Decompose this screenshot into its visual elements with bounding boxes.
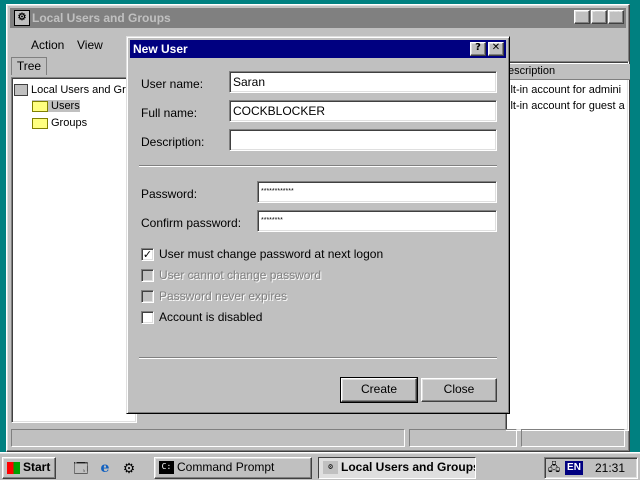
status-segment (521, 429, 625, 447)
confirm-password-label: Confirm password: (141, 216, 242, 230)
password-label: Password: (141, 187, 198, 201)
user-name-field[interactable]: Saran (229, 71, 497, 93)
list-item[interactable]: ilt-in account for admini (508, 84, 628, 96)
status-bar (11, 429, 625, 447)
clock[interactable]: 21:31 (595, 461, 625, 475)
maximize-button[interactable]: □ (591, 10, 607, 24)
column-header-description[interactable]: escription (506, 64, 630, 80)
tree-item-groups[interactable]: Groups (32, 117, 87, 129)
tree-item-root[interactable]: Local Users and Gro (14, 84, 132, 97)
close-button[interactable]: Close (421, 378, 497, 402)
status-segment (409, 429, 517, 447)
menu-view[interactable]: View (77, 38, 103, 52)
list-item[interactable]: ilt-in account for guest a (508, 100, 628, 112)
mmc-title: Local Users and Groups (32, 11, 171, 25)
desktop-icon[interactable]: 🗔 (72, 459, 90, 477)
mmc-title-bar[interactable]: ⚙ Local Users and Groups _ □ ✕ (10, 8, 626, 28)
status-segment (11, 429, 405, 447)
confirm-password-field[interactable]: ******** (257, 210, 497, 232)
checkbox-box (141, 311, 154, 324)
checkbox-box (141, 269, 154, 282)
new-user-dialog: New User ? ✕ User name: Saran Full name:… (126, 36, 510, 414)
checkbox-box (141, 290, 154, 303)
user-name-label: User name: (141, 77, 204, 91)
taskbar: Start 🗔 e ⚙ C: Command Prompt ⚙ Local Us… (0, 452, 640, 480)
system-tray: 🖧 EN 21:31 (544, 457, 638, 479)
folder-open-icon (32, 100, 48, 112)
mmc-app-icon: ⚙ (14, 10, 30, 26)
windows-logo-icon (7, 462, 20, 474)
minimize-button[interactable]: _ (574, 10, 590, 24)
dialog-title: New User (133, 42, 188, 56)
language-indicator[interactable]: EN (565, 461, 583, 475)
separator (139, 165, 497, 167)
network-icon[interactable]: 🖧 (547, 461, 561, 475)
task-local-users-groups[interactable]: ⚙ Local Users and Groups (318, 457, 476, 479)
close-icon[interactable]: ✕ (488, 42, 504, 56)
users-groups-icon: ⚙ (323, 461, 338, 474)
start-button[interactable]: Start (2, 457, 56, 479)
internet-explorer-icon[interactable]: e (96, 459, 114, 477)
separator (139, 357, 497, 359)
details-pane: escription ilt-in account for admini ilt… (505, 61, 630, 431)
dialog-title-bar[interactable]: New User ? ✕ (130, 40, 506, 58)
description-label: Description: (141, 135, 205, 149)
full-name-label: Full name: (141, 106, 198, 120)
tree-item-users[interactable]: Users (32, 100, 80, 112)
password-field[interactable]: ************ (257, 181, 497, 203)
channels-icon[interactable]: ⚙ (120, 459, 138, 477)
command-prompt-icon: C: (159, 461, 174, 474)
tab-tree[interactable]: Tree (11, 57, 47, 75)
close-icon[interactable]: ✕ (608, 10, 624, 24)
menu-action[interactable]: Action (31, 38, 64, 52)
help-button[interactable]: ? (470, 42, 486, 56)
tree-pane: Local Users and Gro Users Groups (11, 77, 137, 423)
folder-icon (32, 117, 48, 129)
description-field[interactable] (229, 129, 497, 151)
checkmark-icon: ✓ (141, 248, 154, 261)
full-name-field[interactable]: COCKBLOCKER (229, 100, 497, 122)
task-command-prompt[interactable]: C: Command Prompt (154, 457, 312, 479)
create-button[interactable]: Create (340, 377, 418, 403)
computer-icon (14, 84, 28, 97)
